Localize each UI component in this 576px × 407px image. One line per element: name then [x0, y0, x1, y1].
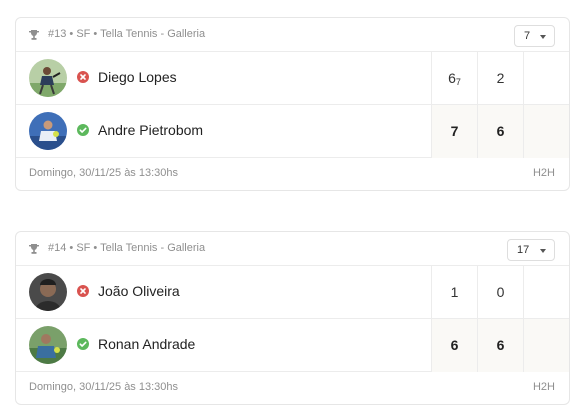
avatar [29, 273, 67, 311]
score-grid: 7 6 [431, 105, 569, 158]
tiebreak-score: 7 [455, 77, 461, 87]
match-header: #14 • SF • Tella Tennis - Galleria 17 [16, 232, 569, 266]
round-select[interactable]: 7 [514, 25, 555, 47]
set-score: 7 [431, 105, 477, 158]
match-footer: Domingo, 30/11/25 às 13:30hs H2H [16, 372, 569, 404]
set-score: 6 [431, 319, 477, 372]
score-grid: 1 0 [431, 266, 569, 319]
x-circle-icon [77, 285, 89, 297]
player-row: Diego Lopes 67 2 [16, 52, 569, 105]
score-grid: 67 2 [431, 52, 569, 105]
player-name[interactable]: Andre Pietrobom [98, 122, 203, 138]
match-header: #13 • SF • Tella Tennis - Galleria 7 [16, 18, 569, 52]
player-name[interactable]: Ronan Andrade [98, 336, 195, 352]
set-score: 0 [477, 266, 523, 319]
player-row: Andre Pietrobom 7 6 [16, 105, 569, 158]
player-row: João Oliveira 1 0 [16, 266, 569, 319]
h2h-link[interactable]: H2H [533, 381, 555, 393]
trophy-icon [29, 244, 39, 254]
set-score: 6 [477, 105, 523, 158]
avatar [29, 112, 67, 150]
h2h-link[interactable]: H2H [533, 167, 555, 179]
player-name[interactable]: Diego Lopes [98, 69, 177, 85]
check-circle-icon [77, 124, 89, 136]
match-date: Domingo, 30/11/25 às 13:30hs [29, 167, 179, 179]
match-title: #14 • SF • Tella Tennis - Galleria [48, 242, 206, 254]
match-date: Domingo, 30/11/25 às 13:30hs [29, 381, 179, 393]
set-score [523, 105, 569, 158]
set-score: 1 [431, 266, 477, 319]
caret-down-icon [540, 249, 546, 253]
check-circle-icon [77, 338, 89, 350]
set-score [523, 52, 569, 105]
set-score: 67 [431, 52, 477, 105]
set-score [523, 266, 569, 319]
x-circle-icon [77, 71, 89, 83]
set-score: 6 [477, 319, 523, 372]
round-select[interactable]: 17 [507, 239, 555, 261]
set-score [523, 319, 569, 372]
caret-down-icon [540, 35, 546, 39]
player-row: Ronan Andrade 6 6 [16, 319, 569, 372]
round-select-value: 7 [524, 30, 531, 42]
score-grid: 6 6 [431, 319, 569, 372]
set-score: 2 [477, 52, 523, 105]
avatar [29, 59, 67, 97]
round-select-value: 17 [517, 244, 530, 256]
trophy-icon [29, 30, 39, 40]
match-card: #14 • SF • Tella Tennis - Galleria 17 Jo… [15, 231, 570, 405]
player-name[interactable]: João Oliveira [98, 283, 180, 299]
match-card: #13 • SF • Tella Tennis - Galleria 7 Die… [15, 17, 570, 191]
avatar [29, 326, 67, 364]
match-title: #13 • SF • Tella Tennis - Galleria [48, 28, 206, 40]
match-footer: Domingo, 30/11/25 às 13:30hs H2H [16, 158, 569, 190]
